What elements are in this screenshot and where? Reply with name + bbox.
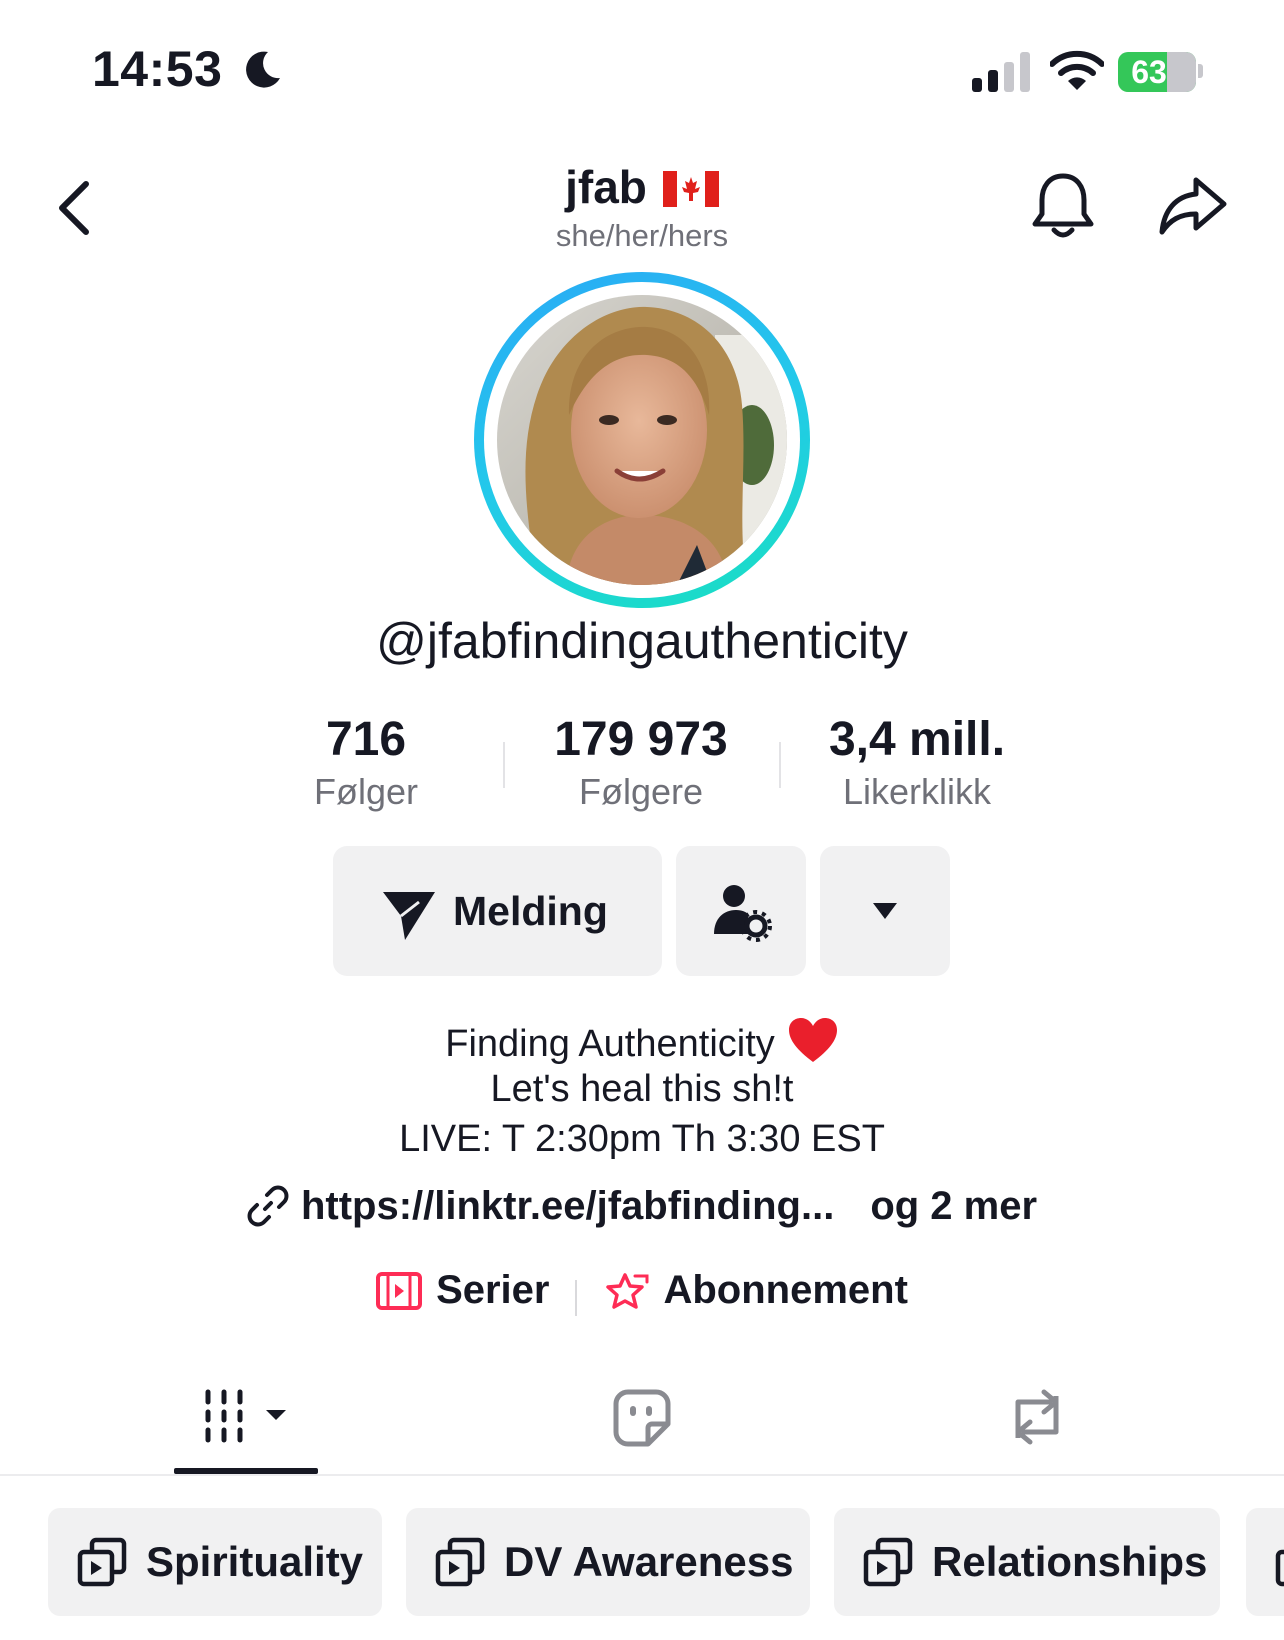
profile-handle: @jfabfindingauthenticity — [376, 613, 908, 669]
canada-flag-icon — [662, 171, 719, 207]
feature-divider — [575, 1279, 578, 1316]
more-dropdown-button[interactable] — [820, 846, 950, 976]
signal-icon — [972, 52, 1030, 92]
dropdown-icon — [873, 903, 897, 919]
playlist-icon — [77, 1537, 127, 1587]
stat-value: 179 973 — [554, 713, 728, 766]
message-label: Melding — [453, 888, 608, 934]
bio-link[interactable]: https://linktr.ee/jfabfinding... — [301, 1184, 834, 1228]
playlist-label: Spirituality — [146, 1538, 364, 1585]
share-icon[interactable] — [1158, 174, 1228, 236]
series-button[interactable]: Serier — [376, 1268, 549, 1313]
playlist-dv-awareness[interactable]: DV Awareness — [406, 1508, 810, 1616]
status-time: 14:53 — [92, 41, 223, 97]
stat-label: Følger — [313, 771, 418, 812]
bell-icon[interactable] — [1030, 170, 1096, 242]
add-friend-settings-icon — [714, 885, 772, 942]
stat-likes[interactable]: 3,4 mill. Likerklikk — [802, 712, 1032, 813]
playlist-relationships[interactable]: Relationships — [834, 1508, 1220, 1616]
bio-line-2: Let's heal this sh!t — [490, 1068, 794, 1110]
moon-icon — [246, 51, 280, 88]
more-links[interactable]: og 2 mer — [870, 1184, 1037, 1228]
username: jfab — [565, 161, 647, 213]
message-button[interactable]: Melding — [333, 846, 662, 976]
battery-indicator: 63 — [1118, 52, 1196, 92]
battery-level: 63 — [1131, 54, 1167, 90]
videos-grid-icon[interactable] — [204, 1388, 294, 1444]
wifi-icon — [1050, 50, 1104, 90]
liked-icon[interactable] — [612, 1388, 672, 1448]
send-icon — [383, 892, 435, 940]
stat-followers[interactable]: 179 973 Følgere — [526, 712, 756, 813]
feature-row: Serier Abonnement — [0, 1268, 1284, 1320]
avatar — [497, 295, 787, 585]
reposts-icon[interactable] — [1004, 1388, 1070, 1446]
stat-divider — [503, 742, 505, 788]
playlist-label: Relationships — [932, 1538, 1208, 1585]
stat-following[interactable]: 716 Følger — [251, 712, 481, 813]
stat-label: Likerklikk — [842, 771, 992, 812]
playlist-spirituality[interactable]: Spirituality — [48, 1508, 382, 1616]
bio-link-row: https://linktr.ee/jfabfinding... og 2 mer — [0, 1184, 1284, 1229]
stat-label: Følgere — [578, 771, 704, 812]
avatar-ring[interactable] — [474, 272, 810, 608]
playlist-label: DV Awareness — [504, 1538, 794, 1585]
playlist-icon — [863, 1537, 913, 1587]
bio-line-1: Finding Authenticity — [0, 1016, 1284, 1066]
playlist-icon — [1275, 1549, 1284, 1587]
series-label: Serier — [436, 1268, 550, 1312]
stat-divider — [779, 742, 781, 788]
subscription-icon — [606, 1272, 649, 1309]
subscription-label: Abonnement — [663, 1268, 908, 1312]
playlist-icon — [435, 1537, 485, 1587]
tab-divider — [0, 1474, 1284, 1476]
bio-line-3: LIVE: T 2:30pm Th 3:30 EST — [399, 1118, 885, 1160]
battery-cap — [1198, 64, 1203, 78]
stat-value: 716 — [325, 713, 407, 766]
stat-value: 3,4 mill. — [828, 713, 1006, 766]
series-icon — [376, 1271, 423, 1310]
link-icon — [247, 1185, 289, 1227]
heart-icon — [788, 1018, 837, 1062]
playlist-overflow[interactable] — [1246, 1508, 1284, 1616]
add-friend-settings-button[interactable] — [676, 846, 806, 976]
bio-text: Finding Authenticity — [445, 1023, 775, 1065]
subscription-button[interactable]: Abonnement — [603, 1268, 908, 1313]
